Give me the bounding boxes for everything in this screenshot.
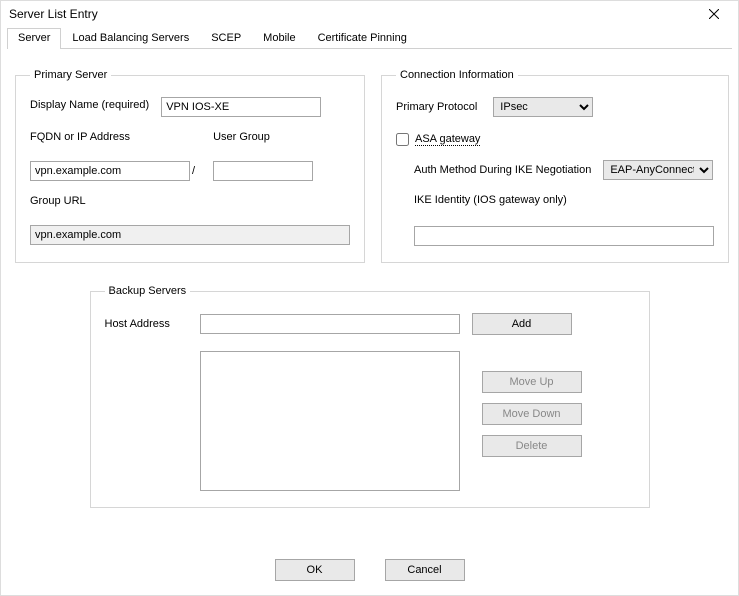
asa-gateway-checkbox[interactable] [396, 133, 409, 146]
primary-server-legend: Primary Server [30, 69, 111, 81]
backup-servers-legend: Backup Servers [105, 285, 191, 297]
delete-button[interactable]: Delete [482, 435, 582, 457]
move-down-button[interactable]: Move Down [482, 403, 582, 425]
user-group-input[interactable] [213, 161, 313, 181]
titlebar: Server List Entry [1, 1, 738, 27]
window-title: Server List Entry [9, 7, 98, 21]
group-url-label: Group URL [30, 195, 350, 207]
primary-protocol-label: Primary Protocol [396, 101, 477, 113]
display-name-input[interactable] [161, 97, 321, 117]
group-url-input [30, 225, 350, 245]
user-group-label: User Group [213, 131, 313, 143]
auth-method-label: Auth Method During IKE Negotiation [414, 164, 591, 176]
tab-bar: Server Load Balancing Servers SCEP Mobil… [7, 27, 732, 49]
connection-info-group: Connection Information Primary Protocol … [381, 69, 729, 263]
cancel-button[interactable]: Cancel [385, 559, 465, 581]
tab-load-balancing[interactable]: Load Balancing Servers [61, 28, 200, 49]
asa-gateway-label: ASA gateway [415, 133, 480, 146]
ike-identity-label: IKE Identity (IOS gateway only) [414, 194, 567, 206]
connection-info-legend: Connection Information [396, 69, 518, 81]
host-address-input[interactable] [200, 314, 460, 334]
close-icon [709, 9, 719, 19]
auth-method-select[interactable]: EAP-AnyConnect [603, 160, 713, 180]
ike-identity-input[interactable] [414, 226, 714, 246]
dialog-buttons: OK Cancel [1, 559, 738, 581]
tab-cert-pinning[interactable]: Certificate Pinning [307, 28, 418, 49]
close-button[interactable] [698, 3, 730, 25]
backup-server-list[interactable] [200, 351, 460, 491]
fqdn-slash: / [190, 165, 197, 177]
backup-servers-group: Backup Servers Host Address Add Move Up … [90, 285, 650, 508]
fqdn-input[interactable] [30, 161, 190, 181]
primary-server-group: Primary Server Display Name (required) F… [15, 69, 365, 263]
add-button[interactable]: Add [472, 313, 572, 335]
tab-server[interactable]: Server [7, 28, 61, 49]
fqdn-label: FQDN or IP Address [30, 131, 197, 143]
host-address-label: Host Address [105, 318, 188, 330]
primary-protocol-select[interactable]: IPsec [493, 97, 593, 117]
display-name-label: Display Name (required) [30, 99, 149, 111]
move-up-button[interactable]: Move Up [482, 371, 582, 393]
tab-mobile[interactable]: Mobile [252, 28, 306, 49]
server-list-entry-dialog: Server List Entry Server Load Balancing … [0, 0, 739, 596]
tab-scep[interactable]: SCEP [200, 28, 252, 49]
ok-button[interactable]: OK [275, 559, 355, 581]
content-area: Primary Server Display Name (required) F… [1, 49, 738, 518]
